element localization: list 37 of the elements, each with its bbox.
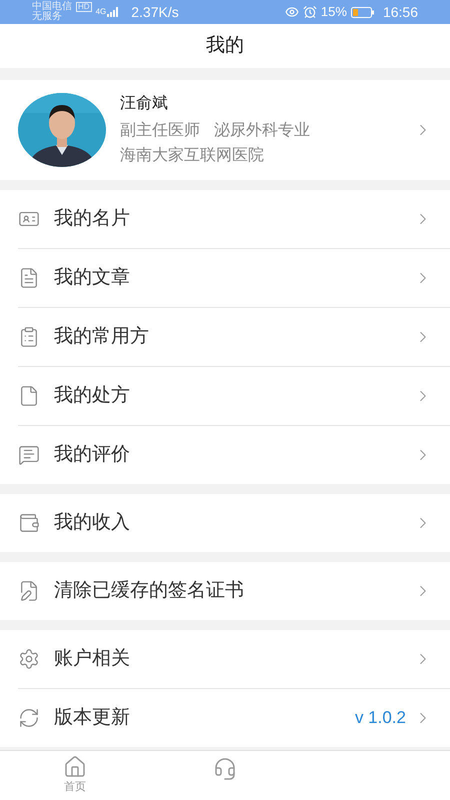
file-icon: [18, 385, 40, 407]
eye-icon: [284, 5, 299, 19]
service-text: 无服务: [32, 12, 63, 22]
menu-label: 我的文章: [54, 266, 131, 290]
menu-label: 我的名片: [54, 206, 131, 231]
page-title: 我的: [206, 34, 244, 58]
refresh-icon: [18, 707, 40, 729]
hospital-text: 海南大家互联网医院: [120, 146, 265, 166]
menu-label: 清除已缓存的签名证书: [54, 578, 245, 603]
hd-badge: HD: [76, 2, 92, 12]
file-edit-icon: [18, 580, 40, 602]
menu-label: 账户相关: [54, 646, 131, 671]
carrier-text: 中国电信: [32, 2, 72, 12]
headset-icon[interactable]: [213, 757, 237, 781]
clock-text: 16:56: [382, 2, 418, 22]
menu-label: 我的收入: [54, 510, 131, 535]
alarm-icon: [302, 5, 317, 19]
home-icon: [63, 755, 87, 780]
doctor-name: 汪俞斌: [120, 94, 169, 114]
signal-icon: [107, 7, 120, 17]
document-icon: [18, 267, 40, 289]
profile-card[interactable]: 汪俞斌 副主任医师 泌尿外科专业 海南大家互联网医院: [0, 80, 450, 180]
battery-text: 15%: [320, 3, 347, 22]
menu-label: 我的评价: [54, 442, 131, 467]
specialty-text: 泌尿外科专业: [214, 120, 310, 141]
speed-text: 2.37K/s: [131, 2, 179, 22]
version-text: v 1.0.2: [354, 707, 406, 730]
message-icon: [18, 444, 40, 466]
menu-label: 我的处方: [54, 384, 131, 408]
doctor-title: 副主任医师: [120, 120, 200, 141]
menu-label: 版本更新: [54, 706, 131, 730]
wallet-icon: [18, 512, 40, 534]
network-text: 4G: [96, 6, 106, 18]
settings-icon: [18, 648, 40, 670]
battery-icon: [350, 6, 375, 18]
menu-label: 我的常用方: [54, 324, 150, 349]
clipboard-icon: [18, 326, 40, 348]
